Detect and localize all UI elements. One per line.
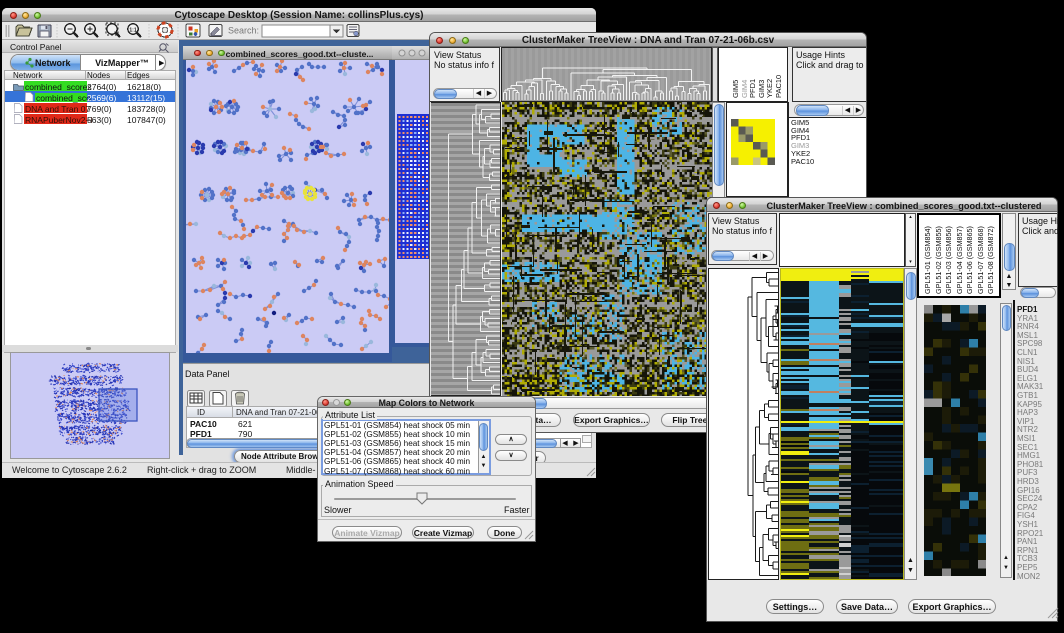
- svg-text:1:1: 1:1: [129, 28, 136, 34]
- svg-text:Search:: Search:: [228, 26, 259, 36]
